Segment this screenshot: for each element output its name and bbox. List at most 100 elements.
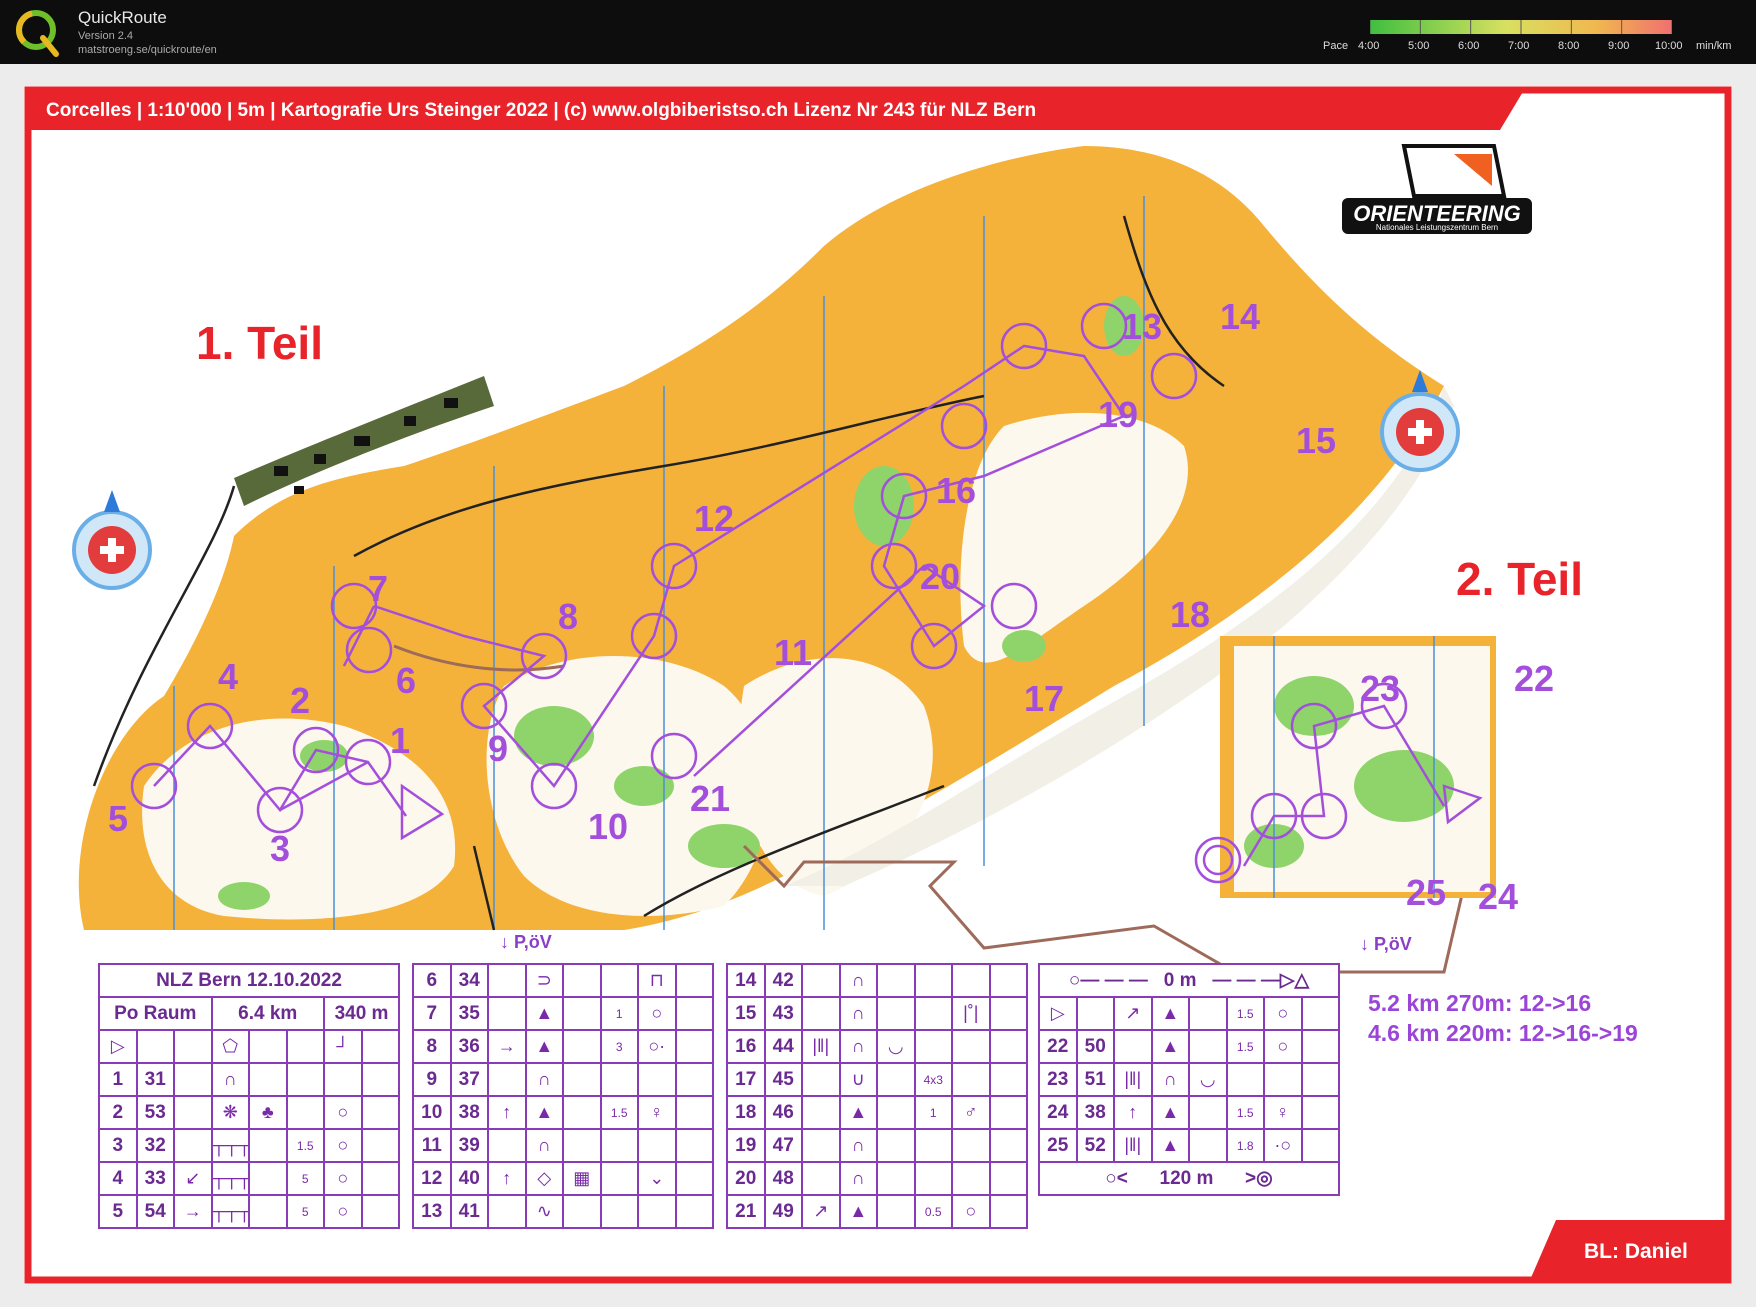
cliff-icon: ┬┬┬ xyxy=(210,1194,250,1229)
control-number: 17 xyxy=(1024,678,1065,719)
control-code: 41 xyxy=(449,1194,489,1229)
control-seq: 9 xyxy=(412,1062,452,1097)
height-value: 1.5 xyxy=(285,1128,325,1163)
spur-icon: ∩ xyxy=(210,1062,250,1097)
position-icon: ♀ xyxy=(1263,1095,1303,1130)
control-code: 42 xyxy=(763,963,803,998)
tree-icon: ♣ xyxy=(248,1095,288,1130)
height-value: 1.5 xyxy=(599,1095,639,1130)
control-seq: 5 xyxy=(98,1194,138,1229)
control-seq: 10 xyxy=(412,1095,452,1130)
height-value: 1 xyxy=(599,996,639,1031)
control-number: 1 xyxy=(390,720,411,761)
boulder-icon: ▲ xyxy=(1150,996,1190,1031)
pace-tick: 10:00 xyxy=(1655,40,1683,52)
path-bend-icon: ⬠ xyxy=(210,1029,250,1064)
pace-tick: 7:00 xyxy=(1508,40,1530,52)
control-seq: 2 xyxy=(98,1095,138,1130)
dimension-value: 4x3 xyxy=(913,1062,953,1097)
position-icon: ○· xyxy=(637,1029,677,1064)
height-value: 1.8 xyxy=(1225,1128,1265,1163)
direction-icon: ↑ xyxy=(1113,1095,1153,1130)
control-number: 25 xyxy=(1406,872,1447,913)
control-number: 11 xyxy=(774,632,813,673)
spur-icon: ∩ xyxy=(524,1128,564,1163)
control-code: 44 xyxy=(763,1029,803,1064)
pace-unit: min/km xyxy=(1696,40,1732,52)
position-icon: ○ xyxy=(951,1194,991,1229)
finish-route-length: ○< 120 m >◎ xyxy=(1038,1161,1340,1196)
erosion-icon: ∿ xyxy=(524,1194,564,1229)
control-number: 8 xyxy=(558,596,579,637)
control-code: 54 xyxy=(135,1194,175,1229)
control-seq: 11 xyxy=(412,1128,452,1163)
control-seq: 21 xyxy=(726,1194,766,1229)
spur-icon: ∩ xyxy=(838,1029,878,1064)
control-code: 36 xyxy=(449,1029,489,1064)
position-icon: ○ xyxy=(1263,996,1303,1031)
control-seq: 16 xyxy=(726,1029,766,1064)
control-number: 21 xyxy=(690,778,731,819)
height-value: 3 xyxy=(599,1029,639,1064)
height-value: 1.5 xyxy=(1225,996,1265,1031)
direction-icon: ↙ xyxy=(173,1161,213,1196)
boulder-icon: ▲ xyxy=(838,1095,878,1130)
control-number: 10 xyxy=(588,806,629,847)
event-title: NLZ Bern 12.10.2022 xyxy=(98,963,400,998)
control-number: 23 xyxy=(1360,668,1401,709)
direction-icon: ↗ xyxy=(1113,996,1153,1031)
control-code: 46 xyxy=(763,1095,803,1130)
course-stats-line2: 4.6 km 220m: 12->16->19 xyxy=(1368,1020,1638,1046)
feature-icon: ⊃ xyxy=(524,963,564,998)
control-number: 13 xyxy=(1122,306,1163,347)
position-icon: ⊓ xyxy=(637,963,677,998)
control-number: 14 xyxy=(1220,296,1261,337)
boulder-icon: ▲ xyxy=(524,1095,564,1130)
control-number: 6 xyxy=(396,660,417,701)
control-seq: 23 xyxy=(1038,1062,1078,1097)
course-length: 6.4 km xyxy=(210,996,325,1031)
svg-text:Nationales Leistungszentrum Be: Nationales Leistungszentrum Bern xyxy=(1376,223,1498,232)
part1-label: 1. Teil xyxy=(196,317,323,369)
knoll-icon: ◇ xyxy=(524,1161,564,1196)
steep-icon: |‖| xyxy=(801,1029,841,1064)
app-version: Version 2.4 xyxy=(78,30,134,42)
map-header-text: Corcelles | 1:10'000 | 5m | Kartografie … xyxy=(46,100,1037,121)
path-junction-icon: ┘ xyxy=(323,1029,363,1064)
position-icon: ○ xyxy=(323,1128,363,1163)
control-seq: 20 xyxy=(726,1161,766,1196)
parking-label: ↓ P,öV xyxy=(500,932,552,952)
foot-icon: ◡ xyxy=(1188,1062,1228,1097)
position-icon: ○ xyxy=(637,996,677,1031)
course-stats-line1: 5.2 km 270m: 12->16 xyxy=(1368,990,1592,1016)
control-seq: 14 xyxy=(726,963,766,998)
pace-tick: 4:00 xyxy=(1358,40,1380,52)
control-number: 5 xyxy=(108,798,129,839)
position-icon: ○ xyxy=(323,1161,363,1196)
direction-icon: ↗ xyxy=(801,1194,841,1229)
position-icon: ♀ xyxy=(637,1095,677,1130)
control-code: 31 xyxy=(135,1062,175,1097)
control-seq: 18 xyxy=(726,1095,766,1130)
boulder-icon: ▲ xyxy=(1150,1128,1190,1163)
foot-icon: ◡ xyxy=(876,1029,916,1064)
control-code: 40 xyxy=(449,1161,489,1196)
quickroute-logo-icon xyxy=(16,10,59,57)
control-code: 49 xyxy=(763,1194,803,1229)
part2-label: 2. Teil xyxy=(1456,553,1583,605)
control-seq: 25 xyxy=(1038,1128,1078,1163)
control-number: 9 xyxy=(488,728,509,769)
control-code: 37 xyxy=(449,1062,489,1097)
app-name: QuickRoute xyxy=(78,8,167,27)
footer-badge: BL: Daniel xyxy=(1584,1240,1688,1263)
control-number: 15 xyxy=(1296,420,1337,461)
control-code: 34 xyxy=(449,963,489,998)
spur-icon: ∩ xyxy=(838,963,878,998)
app-url: matstroeng.se/quickroute/en xyxy=(78,44,217,56)
spur-icon: ∩ xyxy=(524,1062,564,1097)
boulder-icon: ▲ xyxy=(524,1029,564,1064)
control-number: 18 xyxy=(1170,594,1211,635)
control-number: 22 xyxy=(1514,658,1555,699)
pace-tick: 5:00 xyxy=(1408,40,1430,52)
control-seq: 19 xyxy=(726,1128,766,1163)
